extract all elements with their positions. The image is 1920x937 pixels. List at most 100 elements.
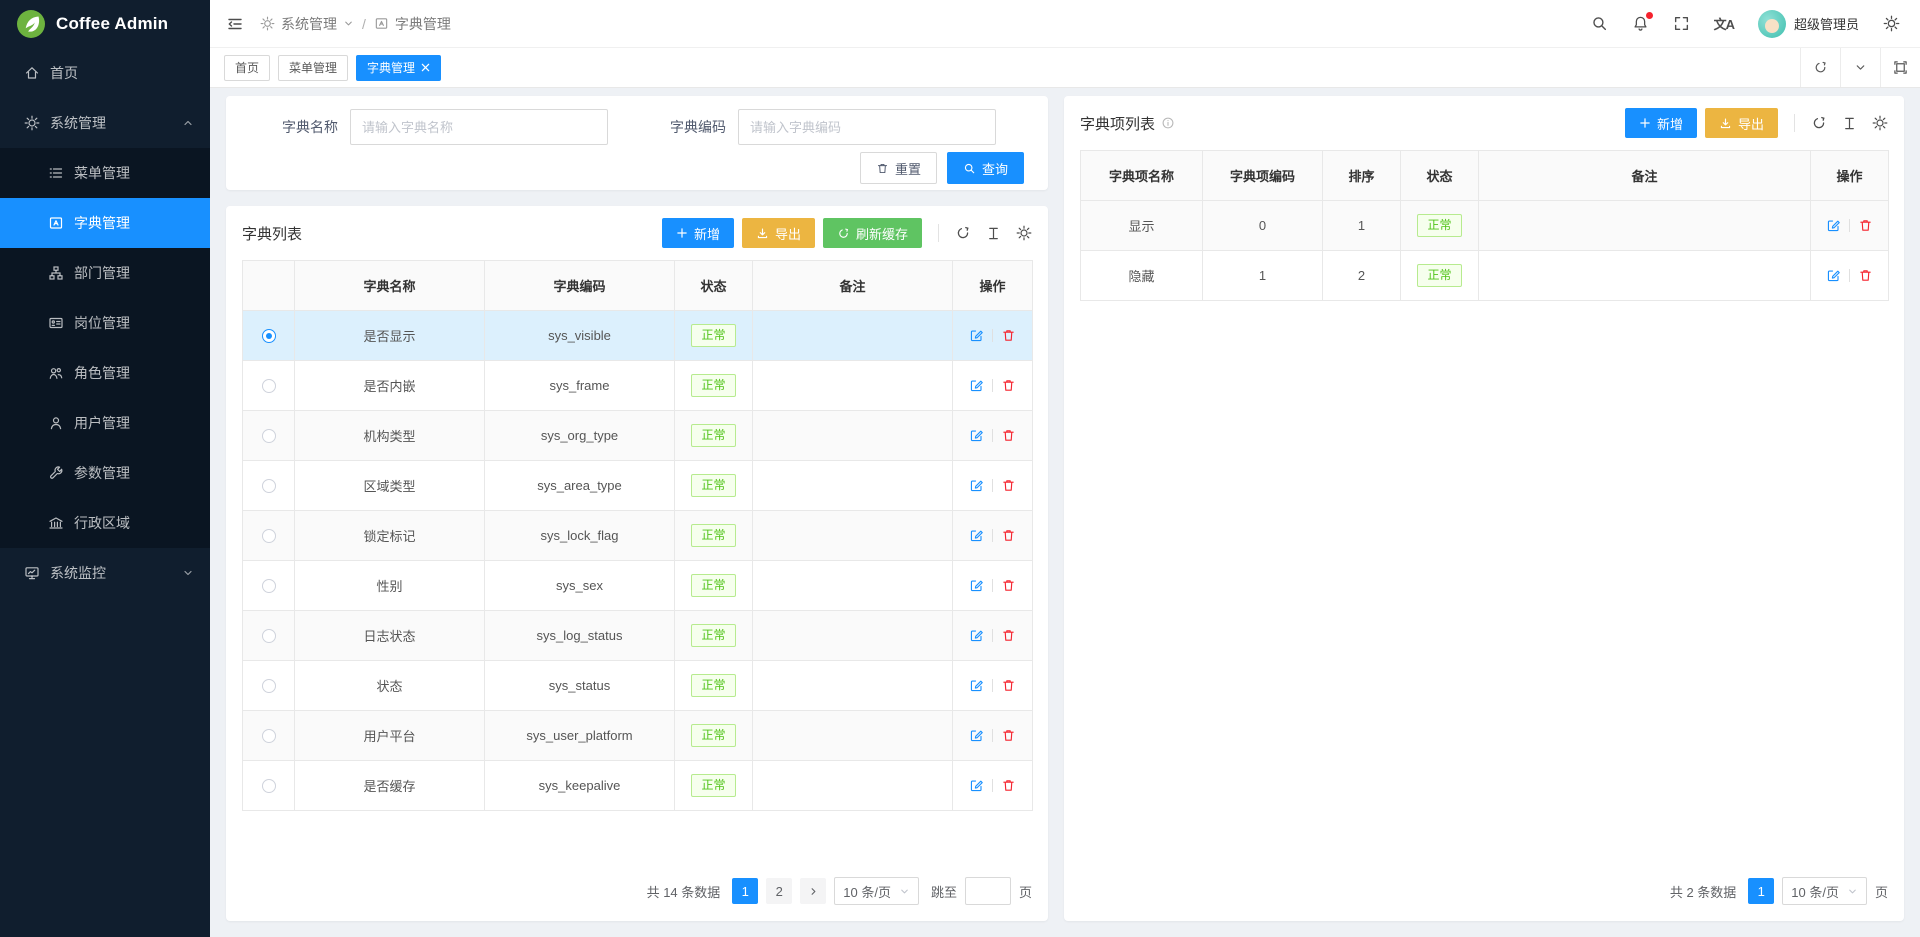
dict-name-input[interactable] — [350, 109, 608, 145]
column-settings-gear-icon[interactable] — [1872, 115, 1888, 131]
fullscreen-icon[interactable] — [1673, 15, 1690, 32]
divider — [992, 379, 993, 392]
delete-icon[interactable] — [1001, 628, 1016, 643]
edit-icon[interactable] — [969, 578, 984, 593]
chevron-down-icon[interactable] — [1840, 48, 1880, 87]
sidebar-group-system[interactable]: 系统管理 — [0, 98, 210, 148]
user-menu[interactable]: 超级管理员 — [1758, 10, 1859, 38]
tab-menu-mgmt[interactable]: 菜单管理 — [278, 55, 348, 81]
reload-icon[interactable] — [955, 225, 971, 241]
page-button-1[interactable]: 1 — [732, 878, 758, 904]
close-icon[interactable] — [421, 63, 430, 72]
dict-name-cell: 锁定标记 — [295, 511, 485, 561]
reset-button[interactable]: 重置 — [860, 152, 937, 184]
edit-icon[interactable] — [1826, 218, 1841, 233]
dict-code-input[interactable] — [738, 109, 996, 145]
reload-icon[interactable] — [1811, 115, 1827, 131]
divider — [1794, 114, 1795, 132]
bell-icon[interactable] — [1632, 15, 1649, 32]
sidebar-item-param-mgmt[interactable]: 参数管理 — [0, 448, 210, 498]
edit-icon[interactable] — [969, 628, 984, 643]
delete-icon[interactable] — [1001, 728, 1016, 743]
delete-icon[interactable] — [1001, 378, 1016, 393]
sidebar-item-region-mgmt[interactable]: 行政区域 — [0, 498, 210, 548]
sidebar-item-dept-mgmt[interactable]: 部门管理 — [0, 248, 210, 298]
page-button-1[interactable]: 1 — [1748, 878, 1774, 904]
divider — [992, 579, 993, 592]
row-radio[interactable] — [262, 729, 276, 743]
delete-icon[interactable] — [1858, 218, 1873, 233]
delete-icon[interactable] — [1001, 778, 1016, 793]
breadcrumb-group[interactable]: 系统管理 — [281, 14, 337, 34]
home-icon — [24, 65, 40, 81]
sidebar-item-home[interactable]: 首页 — [0, 48, 210, 98]
dict-name-cell: 用户平台 — [295, 711, 485, 761]
chevron-down-icon — [899, 886, 910, 897]
edit-icon[interactable] — [969, 378, 984, 393]
row-height-icon[interactable] — [1842, 116, 1857, 131]
item-table-row: 隐藏 1 2 正常 — [1081, 251, 1889, 301]
translate-icon[interactable]: 文A — [1714, 14, 1734, 33]
item-export-button[interactable]: 导出 — [1705, 108, 1778, 138]
row-radio[interactable] — [262, 429, 276, 443]
sidebar-item-user-mgmt[interactable]: 用户管理 — [0, 398, 210, 448]
delete-icon[interactable] — [1001, 678, 1016, 693]
sidebar-item-role-mgmt[interactable]: 角色管理 — [0, 348, 210, 398]
query-button[interactable]: 查询 — [947, 152, 1024, 184]
row-radio[interactable] — [262, 579, 276, 593]
row-radio[interactable] — [262, 329, 276, 343]
edit-icon[interactable] — [1826, 268, 1841, 283]
refresh-cache-button[interactable]: 刷新缓存 — [823, 218, 922, 248]
dict-table-row: 性别 sys_sex 正常 — [243, 561, 1033, 611]
dict-item-card: 字典项列表 新增 导出 — [1064, 96, 1904, 921]
row-radio[interactable] — [262, 629, 276, 643]
settings-gear-icon[interactable] — [1883, 15, 1900, 32]
edit-icon[interactable] — [969, 678, 984, 693]
column-settings-gear-icon[interactable] — [1016, 225, 1032, 241]
remark-cell — [753, 411, 953, 461]
edit-icon[interactable] — [969, 428, 984, 443]
jump-page-input[interactable] — [965, 877, 1011, 905]
tab-dict-mgmt[interactable]: 字典管理 — [356, 55, 441, 81]
delete-icon[interactable] — [1001, 478, 1016, 493]
divider — [1849, 269, 1850, 282]
delete-icon[interactable] — [1001, 328, 1016, 343]
info-icon[interactable] — [1161, 116, 1175, 130]
sidebar-item-dict-mgmt[interactable]: 字典管理 — [0, 198, 210, 248]
row-height-icon[interactable] — [986, 226, 1001, 241]
next-page-button[interactable] — [800, 878, 826, 904]
delete-icon[interactable] — [1858, 268, 1873, 283]
status-badge: 正常 — [691, 524, 735, 548]
dict-table-row: 锁定标记 sys_lock_flag 正常 — [243, 511, 1033, 561]
refresh-icon[interactable] — [1800, 48, 1840, 87]
edit-icon[interactable] — [969, 328, 984, 343]
row-radio[interactable] — [262, 779, 276, 793]
chevron-down-icon — [1847, 886, 1858, 897]
edit-icon[interactable] — [969, 478, 984, 493]
row-radio[interactable] — [262, 379, 276, 393]
breadcrumb: 系统管理 / 字典管理 — [260, 14, 451, 34]
tab-home[interactable]: 首页 — [224, 55, 270, 81]
sidebar-item-post-mgmt[interactable]: 岗位管理 — [0, 298, 210, 348]
delete-icon[interactable] — [1001, 428, 1016, 443]
edit-icon[interactable] — [969, 528, 984, 543]
maximize-icon[interactable] — [1880, 48, 1920, 87]
page-size-select[interactable]: 10 条/页 — [834, 877, 919, 905]
row-radio[interactable] — [262, 679, 276, 693]
page-button-2[interactable]: 2 — [766, 878, 792, 904]
item-add-button[interactable]: 新增 — [1625, 108, 1697, 138]
delete-icon[interactable] — [1001, 528, 1016, 543]
search-icon[interactable] — [1591, 15, 1608, 32]
page-size-select[interactable]: 10 条/页 — [1782, 877, 1867, 905]
sidebar-item-menu-mgmt[interactable]: 菜单管理 — [0, 148, 210, 198]
row-radio[interactable] — [262, 529, 276, 543]
chevron-down-icon — [343, 18, 354, 29]
export-button[interactable]: 导出 — [742, 218, 815, 248]
menu-fold-icon[interactable] — [226, 15, 244, 33]
row-radio[interactable] — [262, 479, 276, 493]
add-button[interactable]: 新增 — [662, 218, 734, 248]
sidebar-group-monitor[interactable]: 系统监控 — [0, 548, 210, 598]
delete-icon[interactable] — [1001, 578, 1016, 593]
edit-icon[interactable] — [969, 728, 984, 743]
edit-icon[interactable] — [969, 778, 984, 793]
